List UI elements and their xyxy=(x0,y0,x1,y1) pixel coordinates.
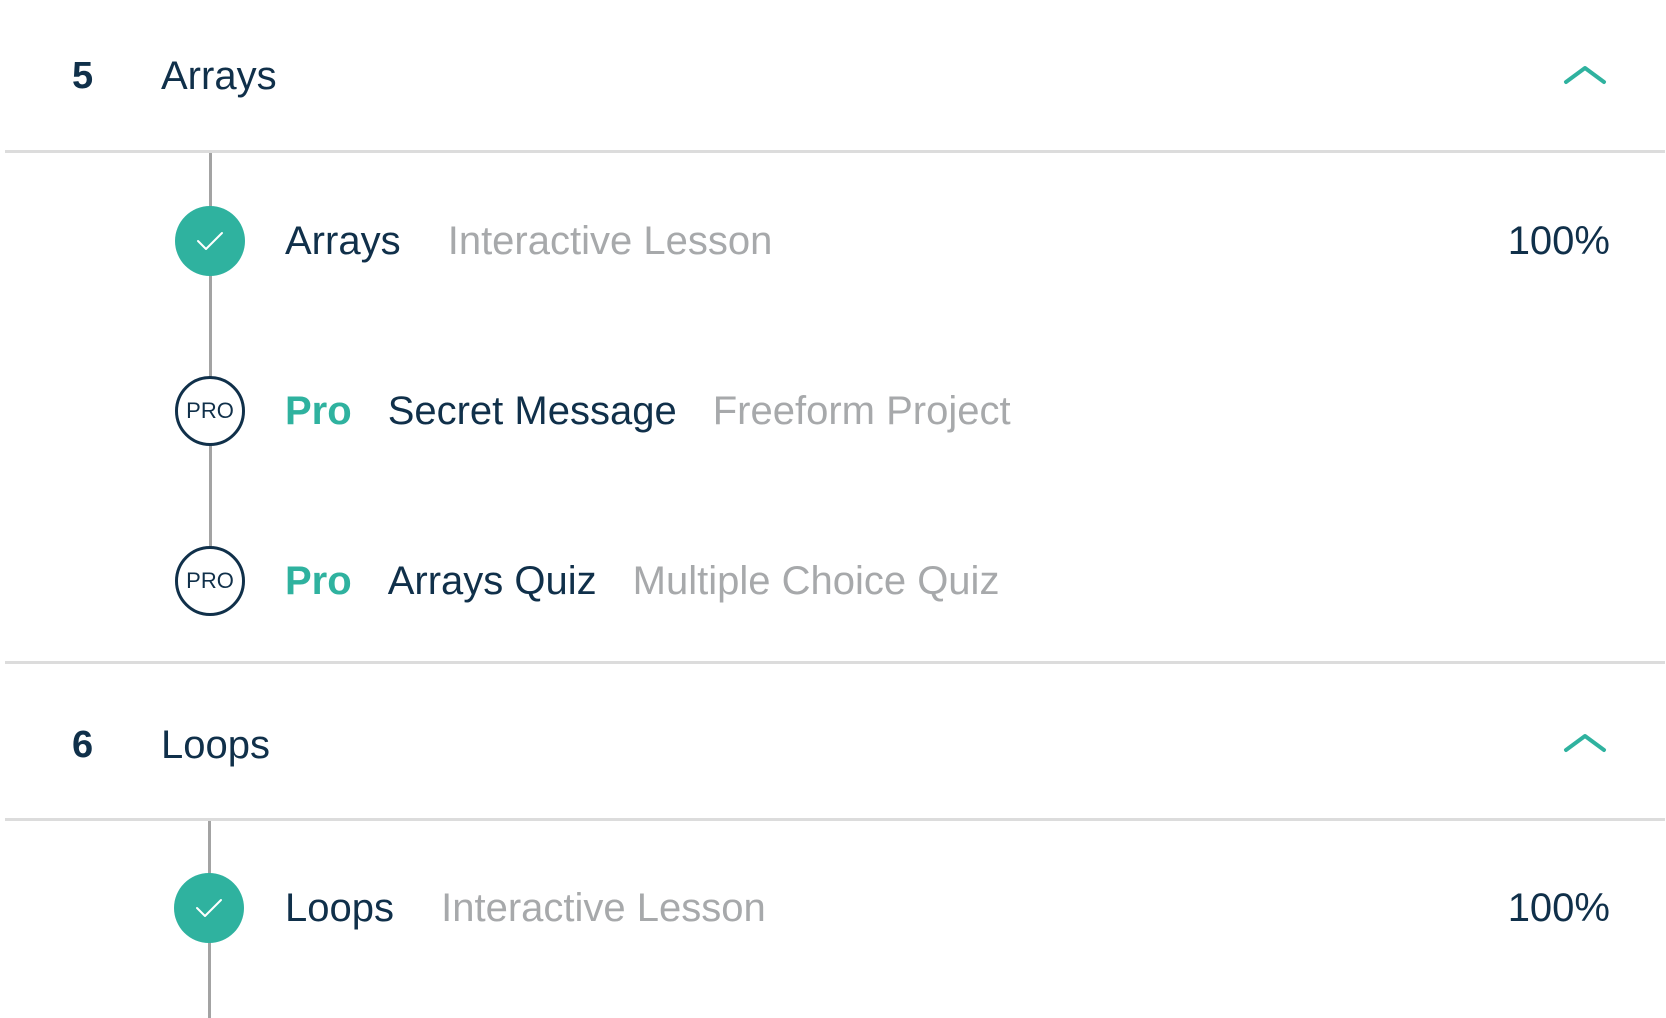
module-number: 5 xyxy=(72,55,94,97)
pro-label: Pro xyxy=(285,389,352,433)
item-row: Arrays Interactive Lesson xyxy=(285,218,808,264)
pro-badge-icon: PRO xyxy=(175,376,245,446)
list-item[interactable]: Loops Interactive Lesson 100% xyxy=(170,867,1610,947)
module-title: Loops xyxy=(161,723,270,767)
module-header-loops[interactable]: 6 Loops xyxy=(0,664,1666,819)
module-divider xyxy=(5,150,1665,153)
list-item[interactable]: PRO Pro Secret Message Freeform Project xyxy=(170,370,1610,450)
item-title: Secret Message xyxy=(387,389,677,433)
item-row: Loops Interactive Lesson xyxy=(285,885,802,931)
chevron-up-icon[interactable] xyxy=(1563,62,1607,86)
item-row: Pro Arrays Quiz Multiple Choice Quiz xyxy=(285,558,1035,604)
item-title: Arrays Quiz xyxy=(387,559,597,603)
module-header-arrays[interactable]: 5 Arrays xyxy=(0,0,1666,150)
item-type: Multiple Choice Quiz xyxy=(632,559,1000,603)
module-number: 6 xyxy=(72,724,94,766)
list-item[interactable]: Arrays Interactive Lesson 100% xyxy=(170,200,1610,280)
syllabus: 5 Arrays Arrays Interactive Lesson 100% … xyxy=(0,0,1666,1018)
item-progress: 100% xyxy=(1507,219,1610,263)
check-icon xyxy=(175,206,245,276)
list-item[interactable]: PRO Pro Arrays Quiz Multiple Choice Quiz xyxy=(170,540,1610,620)
item-progress: 100% xyxy=(1507,886,1610,930)
item-type: Freeform Project xyxy=(712,389,1011,433)
module-divider xyxy=(5,818,1665,821)
check-icon xyxy=(174,873,244,943)
item-type: Interactive Lesson xyxy=(441,886,766,930)
chevron-up-icon[interactable] xyxy=(1563,730,1607,754)
item-type: Interactive Lesson xyxy=(447,219,773,263)
item-title: Arrays xyxy=(285,219,401,263)
module-title: Arrays xyxy=(161,54,277,98)
pro-label: Pro xyxy=(285,559,352,603)
pro-badge-icon: PRO xyxy=(175,546,245,616)
item-row: Pro Secret Message Freeform Project xyxy=(285,388,1047,434)
item-title: Loops xyxy=(285,886,394,930)
